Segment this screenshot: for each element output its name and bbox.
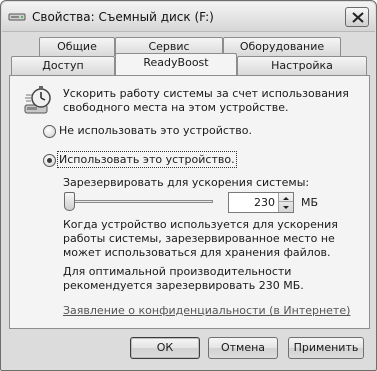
tab-general[interactable]: Общие (39, 37, 115, 56)
reserve-label: Зарезервировать для ускорения системы: (63, 176, 310, 189)
stepper-down-button[interactable] (279, 202, 293, 211)
close-button[interactable] (345, 7, 369, 27)
radio-use-device-label[interactable]: Использовать это устройство. (57, 151, 237, 168)
reserve-slider-track[interactable] (65, 200, 213, 203)
properties-dialog: Свойства: Съемный диск (F:) Общие Сервис… (0, 0, 377, 371)
tab-customize[interactable]: Настройка (237, 56, 367, 75)
reserve-size-value[interactable]: 230 (254, 196, 275, 209)
reserve-size-stepper[interactable]: 230 (228, 192, 294, 213)
stepper-up-button[interactable] (279, 193, 293, 202)
reserve-slider-thumb[interactable] (64, 192, 75, 211)
arrow-down-icon (283, 206, 289, 209)
radio-do-not-use-label[interactable]: Не использовать это устройство. (59, 124, 252, 137)
readyboost-stopwatch-icon (24, 86, 51, 114)
removable-drive-icon (8, 13, 26, 21)
cancel-button[interactable]: Отмена (208, 337, 278, 359)
recommendation-note: Для оптимальной производительности реком… (63, 265, 304, 292)
close-icon (352, 12, 364, 23)
tab-strip: Общие Сервис Оборудование Доступ ReadyBo… (9, 37, 369, 77)
radio-do-not-use[interactable] (43, 125, 56, 138)
window-title: Свойства: Съемный диск (F:) (32, 10, 214, 24)
radio-use-device[interactable] (43, 154, 56, 167)
reserve-unit: МБ (301, 196, 319, 209)
stepper-buttons (278, 193, 293, 212)
radio-selected-dot (47, 158, 52, 163)
title-bar: Свойства: Съемный диск (F:) (2, 2, 375, 32)
tab-hardware[interactable]: Оборудование (223, 37, 341, 56)
ok-button[interactable]: ОК (130, 337, 200, 359)
tab-readyboost[interactable]: ReadyBoost (115, 53, 237, 75)
usage-note: Когда устройство используется для ускоре… (63, 218, 338, 259)
privacy-statement-link[interactable]: Заявление о конфиденциальности (в Интерн… (63, 304, 350, 317)
apply-button[interactable]: Применить (288, 337, 364, 359)
tab-sharing[interactable]: Доступ (11, 56, 115, 75)
readyboost-description: Ускорить работу системы за счет использо… (63, 87, 349, 114)
